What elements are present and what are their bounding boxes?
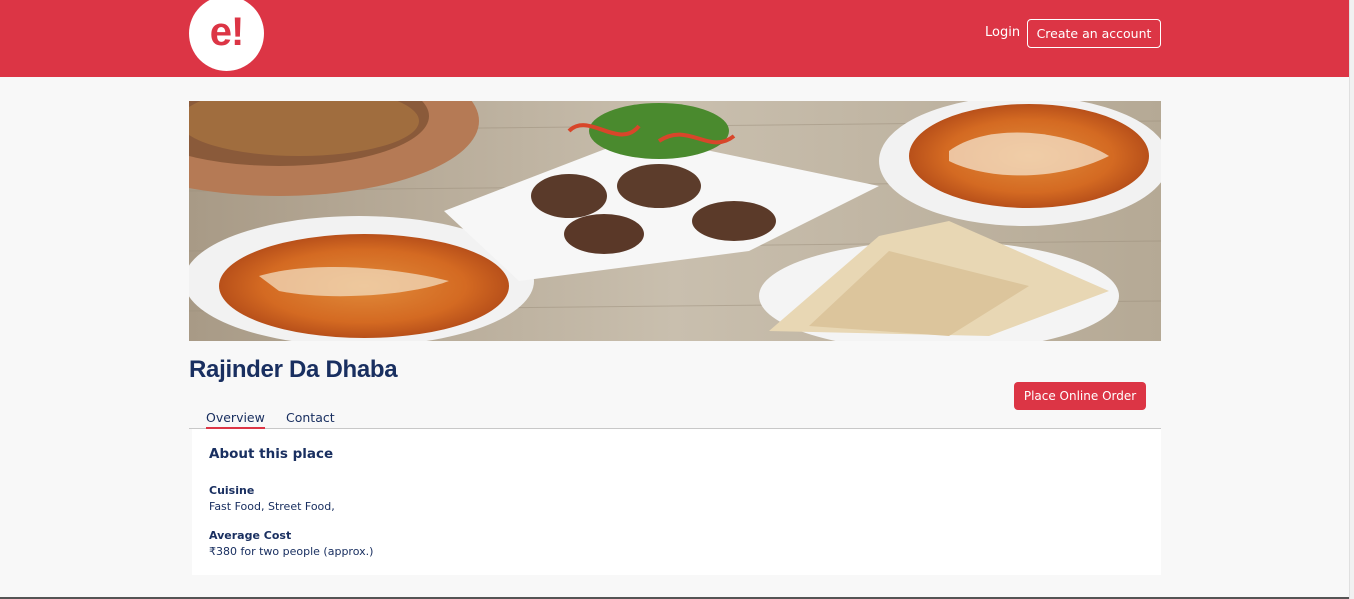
login-link[interactable]: Login [985,25,1020,40]
place-online-order-button[interactable]: Place Online Order [1014,382,1146,410]
restaurant-hero-image [189,101,1161,341]
average-cost-label: Average Cost [209,529,292,542]
detail-tabs: Overview Contact [189,408,1161,429]
about-heading: About this place [209,446,334,462]
restaurant-name: Rajinder Da Dhaba [189,356,398,383]
page-scrollbar[interactable] [1349,0,1354,599]
cuisine-value: Fast Food, Street Food, [209,500,335,513]
logo-text: e! [209,10,245,54]
cuisine-label: Cuisine [209,484,255,497]
create-account-button[interactable]: Create an account [1027,19,1161,48]
average-cost-value: ₹380 for two people (approx.) [209,545,374,558]
overview-panel: About this place Cuisine Fast Food, Stre… [192,429,1161,575]
tab-contact[interactable]: Contact [286,410,335,429]
tab-overview[interactable]: Overview [206,410,265,429]
top-navbar: e! Login Create an account [0,0,1349,77]
brand-logo[interactable]: e! [189,0,264,71]
